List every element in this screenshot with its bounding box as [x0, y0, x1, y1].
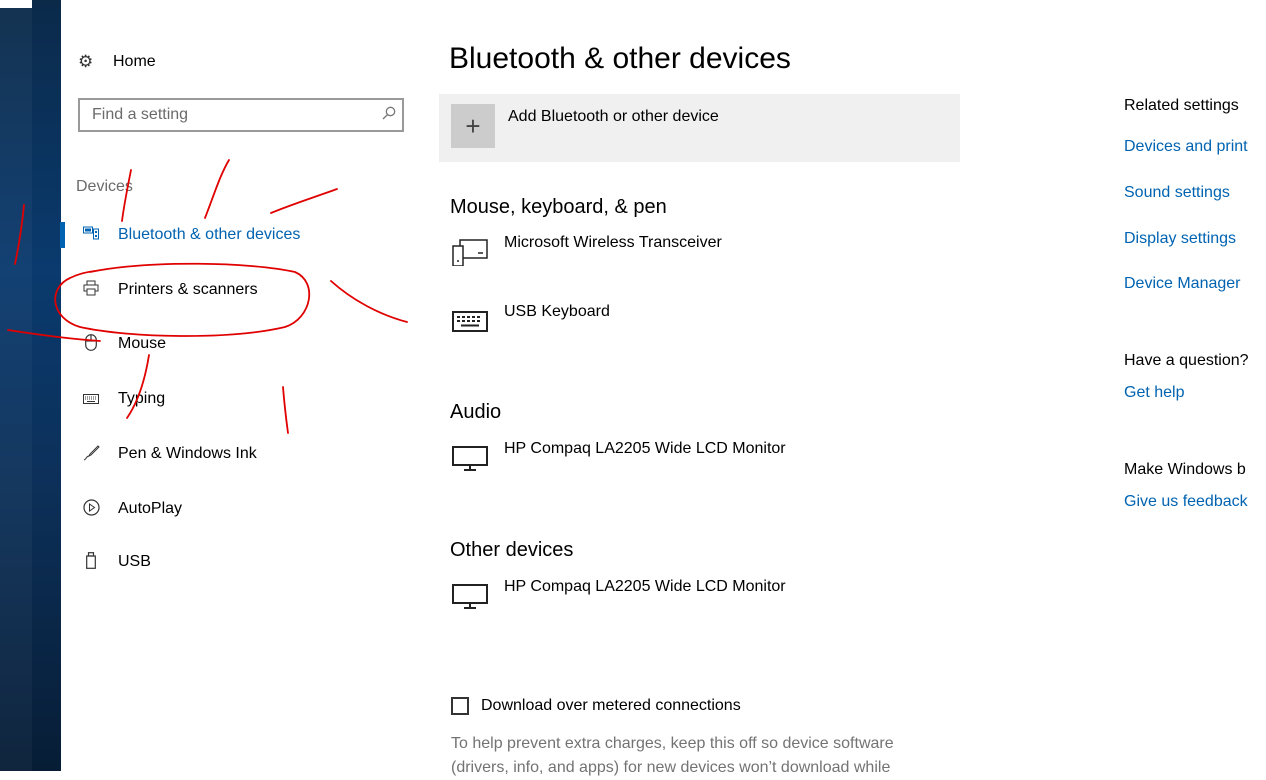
transceiver-icon	[452, 236, 488, 267]
autoplay-icon	[80, 498, 102, 520]
home-label: Home	[113, 53, 156, 70]
related-link-sound[interactable]: Sound settings	[1124, 184, 1230, 202]
sidebar-item-label: Mouse	[118, 335, 167, 352]
get-help-link[interactable]: Get help	[1124, 384, 1184, 402]
related-link-display[interactable]: Display settings	[1124, 230, 1236, 248]
device-item[interactable]: HP Compaq LA2205 Wide LCD Monitor	[452, 440, 932, 482]
sidebar-item-label: Bluetooth & other devices	[118, 226, 301, 243]
add-device-button[interactable]: + Add Bluetooth or other device	[439, 94, 960, 162]
metered-checkbox-row[interactable]: Download over metered connections	[451, 697, 741, 715]
help-line: (drivers, info, and apps) for new device…	[451, 759, 891, 776]
sidebar-item-label: Pen & Windows Ink	[118, 445, 257, 462]
usb-icon	[80, 551, 102, 573]
pen-icon	[80, 444, 102, 465]
plus-icon: +	[451, 104, 495, 148]
metered-help-text: To help prevent extra charges, keep this…	[451, 732, 931, 780]
printer-icon	[80, 280, 102, 300]
device-name: HP Compaq LA2205 Wide LCD Monitor	[504, 440, 786, 457]
gear-icon: ⚙	[78, 52, 94, 71]
device-name: USB Keyboard	[504, 303, 610, 320]
sidebar-item-label: Typing	[118, 390, 166, 407]
monitor-icon	[452, 442, 488, 472]
monitor-icon	[452, 580, 488, 610]
annotation-stroke	[270, 188, 338, 214]
related-settings-heading: Related settings	[1124, 97, 1239, 114]
annotation-stroke	[204, 159, 230, 219]
add-device-label: Add Bluetooth or other device	[508, 108, 719, 125]
page-title: Bluetooth & other devices	[449, 42, 791, 75]
selection-indicator	[60, 496, 65, 522]
devices-group-label: Devices	[76, 178, 133, 195]
selection-indicator	[60, 441, 65, 467]
device-item[interactable]: USB Keyboard	[452, 303, 932, 345]
sidebar-item-label: USB	[118, 553, 151, 570]
sidebar-item-label: AutoPlay	[118, 500, 183, 517]
device-name: HP Compaq LA2205 Wide LCD Monitor	[504, 578, 786, 595]
feedback-heading: Make Windows b	[1124, 461, 1246, 478]
sidebar-item-autoplay[interactable]: AutoPlay	[60, 494, 420, 524]
section-heading-audio: Audio	[450, 401, 502, 423]
selection-indicator	[60, 277, 65, 303]
bluetooth-devices-icon	[80, 226, 102, 244]
search-icon[interactable]	[376, 106, 402, 124]
desktop-edge	[0, 0, 32, 8]
help-line: To help prevent extra charges, keep this…	[451, 735, 894, 752]
question-heading: Have a question?	[1124, 352, 1249, 369]
sidebar-item-mouse[interactable]: Mouse	[60, 329, 420, 359]
mouse-icon	[80, 333, 102, 355]
related-link-devices-printers[interactable]: Devices and print	[1124, 138, 1248, 156]
selection-indicator	[60, 222, 65, 248]
sidebar-item-printers[interactable]: Printers & scanners	[60, 275, 420, 305]
home-nav-item[interactable]: ⚙ Home	[78, 50, 156, 74]
device-name: Microsoft Wireless Transceiver	[504, 234, 722, 251]
selection-indicator	[60, 386, 65, 412]
section-heading-other: Other devices	[450, 539, 574, 561]
metered-checkbox[interactable]	[451, 697, 469, 715]
sidebar-item-usb[interactable]: USB	[60, 547, 420, 577]
desktop-background-strip	[0, 0, 61, 771]
device-item[interactable]: HP Compaq LA2205 Wide LCD Monitor	[452, 578, 932, 620]
related-link-device-manager[interactable]: Device Manager	[1124, 275, 1241, 293]
metered-checkbox-label: Download over metered connections	[481, 697, 741, 714]
selection-indicator	[60, 549, 65, 575]
search-box[interactable]	[78, 98, 404, 132]
sidebar-item-bluetooth[interactable]: Bluetooth & other devices	[60, 220, 420, 250]
selection-indicator	[60, 331, 65, 357]
keyboard-icon	[452, 305, 488, 335]
sidebar-item-label: Printers & scanners	[118, 281, 258, 298]
device-item[interactable]: Microsoft Wireless Transceiver	[452, 234, 932, 276]
give-feedback-link[interactable]: Give us feedback	[1124, 493, 1248, 511]
sidebar-item-pen[interactable]: Pen & Windows Ink	[60, 439, 420, 469]
sidebar-item-typing[interactable]: Typing	[60, 384, 420, 414]
search-input[interactable]	[80, 100, 376, 130]
keyboard-icon	[80, 391, 102, 408]
section-heading-input: Mouse, keyboard, & pen	[450, 196, 667, 218]
